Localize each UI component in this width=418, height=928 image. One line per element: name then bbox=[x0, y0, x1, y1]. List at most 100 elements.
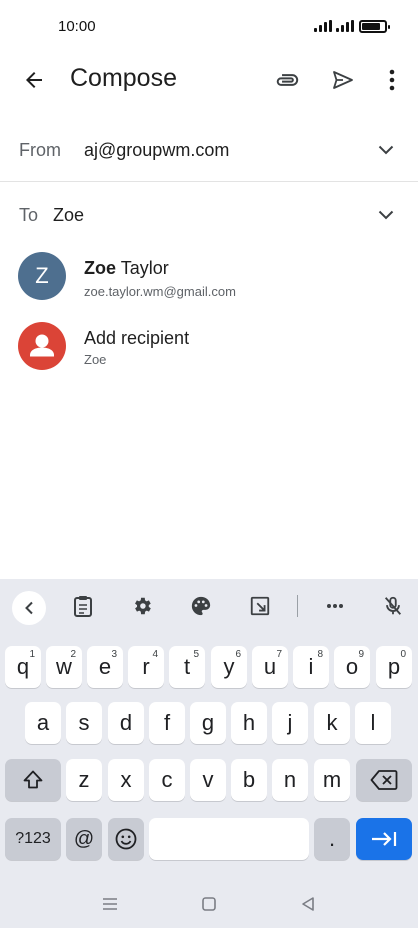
person-icon bbox=[18, 322, 66, 370]
key-label: i bbox=[308, 654, 314, 679]
key-e[interactable]: e3 bbox=[87, 646, 123, 688]
key-c[interactable]: c bbox=[149, 759, 185, 801]
key-number: 9 bbox=[358, 649, 364, 660]
status-time: 10:00 bbox=[58, 18, 96, 35]
battery-icon bbox=[359, 20, 390, 33]
key-label: o bbox=[345, 654, 359, 679]
backspace-icon bbox=[370, 770, 398, 790]
to-field[interactable]: To Zoe bbox=[0, 183, 418, 247]
next-key[interactable] bbox=[356, 818, 412, 860]
key-d[interactable]: d bbox=[108, 702, 144, 744]
key-label: r bbox=[142, 654, 150, 679]
status-bar: 10:00 bbox=[0, 0, 418, 56]
backspace-key[interactable] bbox=[356, 759, 412, 801]
key-label: q bbox=[16, 654, 30, 679]
from-label: From bbox=[19, 140, 61, 160]
key-number: 5 bbox=[193, 649, 199, 660]
key-n[interactable]: n bbox=[272, 759, 308, 801]
key-number: 2 bbox=[70, 649, 76, 660]
add-recipient-sub: Zoe bbox=[84, 352, 107, 367]
key-t[interactable]: t5 bbox=[169, 646, 205, 688]
key-number: 3 bbox=[111, 649, 117, 660]
to-input[interactable]: Zoe bbox=[53, 205, 84, 226]
shift-icon bbox=[23, 770, 43, 789]
key-p[interactable]: p0 bbox=[376, 646, 412, 688]
key-number: 7 bbox=[276, 649, 282, 660]
arrow-right-tab-icon bbox=[372, 832, 397, 846]
keyboard: q1 w2 e3 r4 t5 y6 u7 i8 o9 p0 a s d f g … bbox=[0, 579, 418, 928]
page-title: Compose bbox=[70, 64, 177, 92]
contact-suggestion[interactable]: Z Zoe Taylor zoe.taylor.wm@gmail.com bbox=[0, 242, 418, 312]
key-number: 0 bbox=[400, 649, 406, 660]
collapse-arrow-icon[interactable] bbox=[12, 591, 46, 625]
key-h[interactable]: h bbox=[231, 702, 267, 744]
back-triangle-icon[interactable] bbox=[294, 892, 322, 916]
contact-name: Zoe Taylor bbox=[84, 258, 169, 279]
key-k[interactable]: k bbox=[314, 702, 350, 744]
clipboard-icon[interactable] bbox=[70, 593, 96, 619]
key-label: t bbox=[183, 654, 191, 679]
toolbar-divider bbox=[297, 595, 298, 617]
key-i[interactable]: i8 bbox=[293, 646, 329, 688]
key-w[interactable]: w2 bbox=[46, 646, 82, 688]
signal-icon bbox=[314, 20, 332, 32]
signal-icon-2 bbox=[336, 20, 354, 32]
mic-off-icon[interactable] bbox=[380, 593, 406, 619]
key-m[interactable]: m bbox=[314, 759, 350, 801]
home-icon[interactable] bbox=[195, 892, 223, 916]
key-o[interactable]: o9 bbox=[334, 646, 370, 688]
add-recipient-suggestion[interactable]: Add recipient Zoe bbox=[0, 312, 418, 382]
key-label: e bbox=[98, 654, 112, 679]
key-f[interactable]: f bbox=[149, 702, 185, 744]
key-z[interactable]: z bbox=[66, 759, 102, 801]
contact-email: zoe.taylor.wm@gmail.com bbox=[84, 284, 236, 299]
more-options-icon[interactable] bbox=[372, 60, 412, 100]
space-key[interactable] bbox=[149, 818, 309, 860]
key-label: u bbox=[263, 654, 277, 679]
key-a[interactable]: a bbox=[25, 702, 61, 744]
avatar: Z bbox=[18, 252, 66, 300]
floating-keyboard-icon[interactable] bbox=[247, 593, 273, 619]
chevron-down-icon[interactable] bbox=[372, 201, 400, 229]
key-label: p bbox=[387, 654, 401, 679]
key-number: 6 bbox=[235, 649, 241, 660]
navigation-bar bbox=[0, 880, 418, 928]
emoji-key[interactable] bbox=[108, 818, 144, 860]
symbols-key[interactable]: ?123 bbox=[5, 818, 61, 860]
contact-name-rest: Taylor bbox=[116, 258, 169, 278]
from-value: aj@groupwm.com bbox=[84, 140, 230, 160]
key-number: 8 bbox=[317, 649, 323, 660]
menu-icon[interactable] bbox=[96, 892, 124, 916]
more-horizontal-icon[interactable] bbox=[322, 593, 348, 619]
key-b[interactable]: b bbox=[231, 759, 267, 801]
key-r[interactable]: r4 bbox=[128, 646, 164, 688]
chevron-down-icon[interactable] bbox=[372, 136, 400, 164]
key-v[interactable]: v bbox=[190, 759, 226, 801]
key-q[interactable]: q1 bbox=[5, 646, 41, 688]
key-s[interactable]: s bbox=[66, 702, 102, 744]
shift-key[interactable] bbox=[5, 759, 61, 801]
back-arrow-icon[interactable] bbox=[14, 60, 54, 100]
period-key[interactable]: . bbox=[314, 818, 350, 860]
app-bar: Compose bbox=[0, 56, 418, 104]
key-number: 1 bbox=[29, 649, 35, 660]
key-g[interactable]: g bbox=[190, 702, 226, 744]
gear-icon[interactable] bbox=[129, 593, 155, 619]
send-icon[interactable] bbox=[323, 60, 363, 100]
palette-icon[interactable] bbox=[188, 593, 214, 619]
key-x[interactable]: x bbox=[108, 759, 144, 801]
attachment-icon[interactable] bbox=[268, 60, 308, 100]
from-field[interactable]: From aj@groupwm.com bbox=[0, 118, 418, 182]
key-number: 4 bbox=[152, 649, 158, 660]
contact-name-match: Zoe bbox=[84, 258, 117, 278]
emoji-icon bbox=[115, 828, 137, 850]
key-label: y bbox=[223, 654, 235, 679]
to-label: To bbox=[19, 205, 39, 225]
keyboard-toolbar bbox=[0, 579, 418, 633]
divider bbox=[0, 181, 418, 182]
at-key[interactable]: @ bbox=[66, 818, 102, 860]
key-y[interactable]: y6 bbox=[211, 646, 247, 688]
key-j[interactable]: j bbox=[272, 702, 308, 744]
key-l[interactable]: l bbox=[355, 702, 391, 744]
key-u[interactable]: u7 bbox=[252, 646, 288, 688]
